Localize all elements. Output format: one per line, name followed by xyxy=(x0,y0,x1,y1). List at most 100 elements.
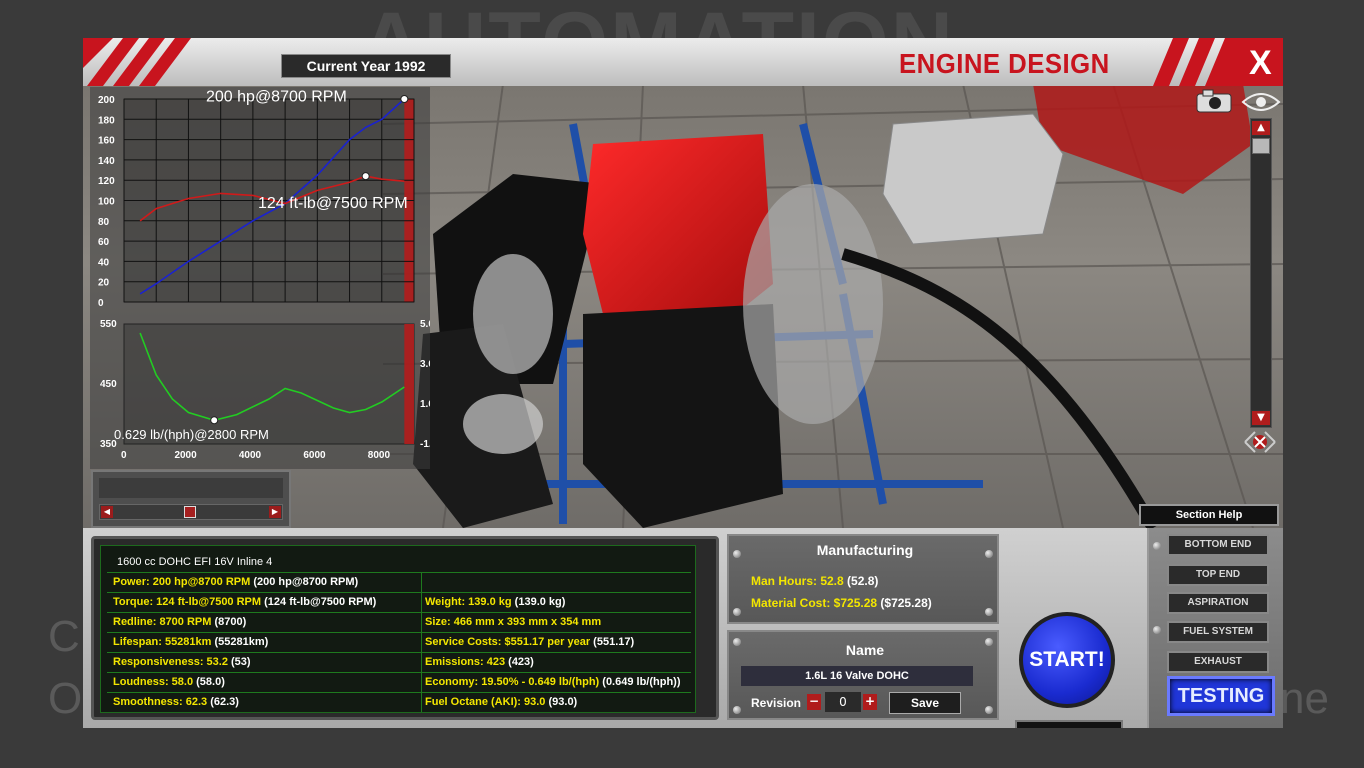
slider-thumb[interactable] xyxy=(184,506,196,518)
x-tick-label: 0 xyxy=(121,450,127,461)
stat-label: Loudness: 58.0 xyxy=(113,676,194,688)
zoom-scrollbar[interactable] xyxy=(1250,118,1272,428)
y-tick-label: 100 xyxy=(98,197,115,208)
rivet xyxy=(985,608,993,616)
bsfc-chart: 5504503505.03.01.0-1.0020004000600080000… xyxy=(100,319,430,461)
stat-paren: (124 ft-lb@7500 RPM) xyxy=(264,596,377,608)
stat-size: Size: 466 mm x 393 mm x 354 mm xyxy=(425,612,601,632)
save-button[interactable]: Save xyxy=(889,692,961,714)
left-axis-tick: 550 xyxy=(100,319,117,330)
stat-economy: Economy: 19.50% - 0.649 lb/(hph) (0.649 … xyxy=(425,672,681,692)
stat-redline: Redline: 8700 RPM (8700) xyxy=(113,612,246,632)
stat-responsiveness: Responsiveness: 53.2 (53) xyxy=(113,652,251,672)
engine-design-window: Current Year 1992 ENGINE DESIGN X ▲ ▼ 20… xyxy=(83,38,1283,728)
stat-label: Responsiveness: 53.2 xyxy=(113,656,228,668)
y-tick-label: 0 xyxy=(98,298,104,309)
stat-label: Emissions: 423 xyxy=(425,656,506,668)
left-axis-tick: 450 xyxy=(100,379,117,390)
man-hours-paren: (52.8) xyxy=(847,574,879,588)
x-tick-label: 8000 xyxy=(368,450,391,461)
revision-minus-button[interactable]: − xyxy=(807,694,821,710)
scroll-down-button[interactable]: ▼ xyxy=(1251,410,1271,426)
y-tick-label: 120 xyxy=(98,176,115,187)
name-panel: Name 1.6L 16 Valve DOHC Revision − 0 + S… xyxy=(727,630,999,720)
engine-description: 1600 cc DOHC EFI 16V Inline 4 xyxy=(117,556,273,568)
engine-stats-table: 1600 cc DOHC EFI 16V Inline 4 Power: 200… xyxy=(100,545,696,713)
engine-name-field[interactable]: 1.6L 16 Valve DOHC xyxy=(741,666,973,686)
bsfc-min-marker xyxy=(210,416,219,425)
slider-left-arrow-icon[interactable]: ◀ xyxy=(101,506,113,518)
test-mode-button[interactable]: Test Mode xyxy=(1015,720,1123,728)
stat-paren: (139.0 kg) xyxy=(514,596,566,608)
rpm-slider[interactable]: ◀ ▶ xyxy=(99,504,283,520)
y-tick-label: 80 xyxy=(98,217,110,228)
right-axis-tick: 3.0 xyxy=(420,359,430,370)
x-tick-label: 6000 xyxy=(303,450,326,461)
background-text-right: ne xyxy=(1280,674,1329,723)
current-year-label: Current Year 1992 xyxy=(281,54,451,78)
nav-exhaust[interactable]: EXHAUST xyxy=(1167,651,1269,673)
plot-area xyxy=(123,323,415,445)
performance-charts: 200 180 160 140 120 100 80 60 40 20 0 200 hp@8700 R… xyxy=(90,87,430,469)
x-tick-label: 2000 xyxy=(174,450,197,461)
stat-paren: (62.3) xyxy=(210,696,239,708)
camera-icon[interactable] xyxy=(1195,88,1235,114)
stat-label: Torque: 124 ft-lb@7500 RPM xyxy=(113,596,262,608)
nav-bottom-end[interactable]: BOTTOM END xyxy=(1167,534,1269,556)
nav-fuel-system[interactable]: FUEL SYSTEM xyxy=(1167,621,1269,643)
stat-fuel-octane: Fuel Octane (AKI): 93.0 (93.0) xyxy=(425,692,577,712)
scroll-up-button[interactable]: ▲ xyxy=(1251,120,1271,136)
stat-service-costs: Service Costs: $551.17 per year (551.17) xyxy=(425,632,634,652)
material-cost-value: Material Cost: $725.28 xyxy=(751,596,878,610)
background-text-left-1: C xyxy=(48,612,80,661)
torque-peak-label: 124 ft-lb@7500 RPM xyxy=(258,195,408,212)
stat-paren: (8700) xyxy=(214,616,247,628)
stat-label: Fuel Octane (AKI): 93.0 xyxy=(425,696,546,708)
title-bar: Current Year 1992 ENGINE DESIGN X xyxy=(83,38,1283,86)
nav-testing[interactable]: TESTING xyxy=(1167,676,1275,716)
rpm-slider-panel: ◀ ▶ xyxy=(91,470,291,528)
y-tick-label: 180 xyxy=(98,115,115,126)
rivet xyxy=(985,706,993,714)
nav-aspiration[interactable]: ASPIRATION xyxy=(1167,592,1269,614)
slider-right-arrow-icon[interactable]: ▶ xyxy=(269,506,281,518)
stat-label: Economy: 19.50% - 0.649 lb/(hph) xyxy=(425,676,600,688)
close-button[interactable]: X xyxy=(1249,44,1272,83)
stat-paren: (200 hp@8700 RPM) xyxy=(253,576,359,588)
slider-display xyxy=(99,478,283,498)
y-tick-label: 60 xyxy=(98,237,110,248)
eye-icon[interactable] xyxy=(1241,90,1281,114)
stat-torque: Torque: 124 ft-lb@7500 RPM (124 ft-lb@75… xyxy=(113,592,376,612)
reset-view-icon[interactable] xyxy=(1241,428,1279,456)
x-tick-label: 4000 xyxy=(239,450,262,461)
section-help-button[interactable]: Section Help xyxy=(1139,504,1279,526)
revision-plus-button[interactable]: + xyxy=(863,694,877,710)
stat-label: Lifespan: 55281km xyxy=(113,636,212,648)
manufacturing-title: Manufacturing xyxy=(816,542,914,558)
stat-label: Power: 200 hp@8700 RPM xyxy=(113,576,251,588)
stat-label: Service Costs: $551.17 per year xyxy=(425,636,591,648)
right-axis-tick: 5.0 xyxy=(420,319,430,330)
stat-smoothness: Smoothness: 62.3 (62.3) xyxy=(113,692,239,712)
right-axis-tick: -1.0 xyxy=(420,439,430,450)
power-torque-chart: 200180160140120100806040200200 hp@8700 R… xyxy=(98,88,415,309)
page-title: ENGINE DESIGN xyxy=(899,48,1110,79)
bsfc-min-label: 0.629 lb/(hph)@2800 RPM xyxy=(114,427,269,442)
y-tick-label: 200 xyxy=(98,95,115,106)
stat-emissions: Emissions: 423 (423) xyxy=(425,652,534,672)
stat-label: Redline: 8700 RPM xyxy=(113,616,212,628)
revision-value: 0 xyxy=(825,692,861,712)
manufacturing-panel: Manufacturing Man Hours: 52.8 (52.8) Mat… xyxy=(727,534,999,624)
stripe-decoration-left xyxy=(83,38,191,86)
revision-label: Revision xyxy=(751,696,802,710)
redline-zone xyxy=(404,324,414,444)
stat-paren: (53) xyxy=(231,656,251,668)
nav-top-end[interactable]: TOP END xyxy=(1167,564,1269,586)
man-hours-value: Man Hours: 52.8 xyxy=(751,574,844,588)
y-tick-label: 160 xyxy=(98,136,115,147)
background-text-left-2: O xyxy=(48,674,83,723)
start-button[interactable]: START! xyxy=(1019,612,1115,708)
scroll-thumb[interactable] xyxy=(1252,138,1270,154)
stat-paren: (0.649 lb/(hph)) xyxy=(602,676,681,688)
name-title: Name xyxy=(845,642,885,658)
